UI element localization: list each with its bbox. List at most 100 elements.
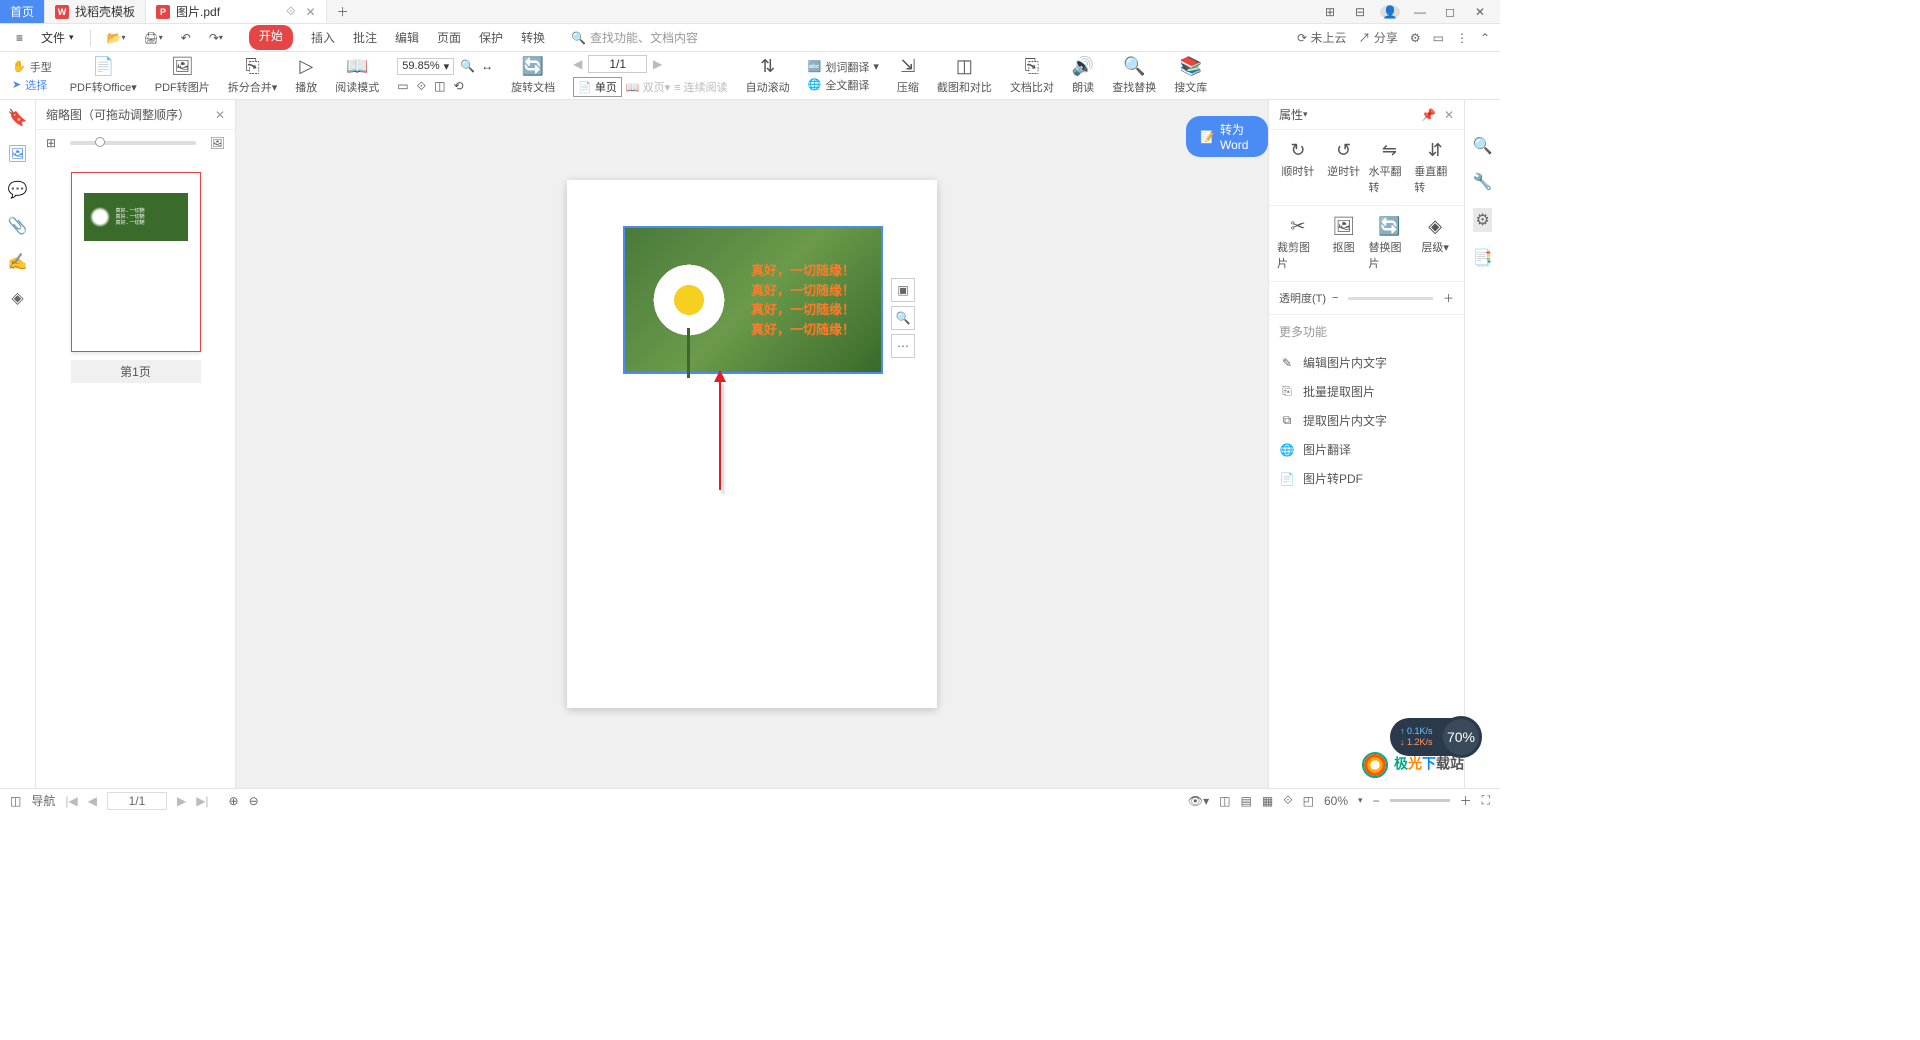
image-to-pdf-button[interactable]: 📄图片转PDF	[1279, 464, 1454, 493]
image-translate-button[interactable]: 🌐图片翻译	[1279, 435, 1454, 464]
zoom-slider[interactable]	[1390, 799, 1450, 802]
crop-icon[interactable]: ⟐	[417, 79, 426, 94]
menu-tab-insert[interactable]: 插入	[311, 25, 335, 50]
extract-image-text-button[interactable]: ⧉提取图片内文字	[1279, 406, 1454, 435]
present-icon[interactable]: ▭	[1433, 31, 1444, 45]
menu-tab-page[interactable]: 页面	[437, 25, 461, 50]
float-more-icon[interactable]: ⋯	[891, 334, 915, 358]
hamburger-icon[interactable]: ≡	[10, 29, 29, 47]
pages-icon[interactable]: 📑	[1473, 248, 1493, 268]
tab-template[interactable]: W 找稻壳模板	[45, 0, 146, 23]
fit-view-icon[interactable]: ◰	[1303, 794, 1314, 808]
zoom-fit-icon[interactable]: 🔍	[460, 59, 475, 73]
menu-tab-annotate[interactable]: 批注	[353, 25, 377, 50]
rotate-doc-button[interactable]: 🔄旋转文档	[511, 57, 555, 95]
full-translate-button[interactable]: 🌐 全文翻译	[808, 77, 879, 93]
bookmark-icon[interactable]: 🔖	[8, 108, 28, 128]
pdf-to-image-button[interactable]: 🖼PDF转图片	[155, 57, 210, 95]
pdf-to-office-button[interactable]: 📄PDF转Office▾	[70, 57, 137, 95]
nav-label[interactable]: 导航	[31, 792, 55, 809]
rotate-cw-button[interactable]: ↻顺时针	[1277, 140, 1319, 195]
open-icon[interactable]: 📂▾	[101, 29, 132, 47]
cloud-status[interactable]: ⟳ 未上云	[1297, 29, 1346, 46]
auto-scroll-button[interactable]: ⇅自动滚动	[746, 57, 790, 95]
menu-tab-edit[interactable]: 编辑	[395, 25, 419, 50]
continuous-button[interactable]: ≡ 连续阅读	[674, 79, 727, 95]
page-number-input[interactable]: 1/1	[107, 792, 167, 810]
edit-image-text-button[interactable]: ✎编辑图片内文字	[1279, 348, 1454, 377]
tab-home[interactable]: 首页	[0, 0, 45, 23]
menu-tab-convert[interactable]: 转换	[521, 25, 545, 50]
read-aloud-button[interactable]: 🔊朗读	[1072, 57, 1094, 95]
close-tab-icon[interactable]: ✕	[306, 5, 316, 19]
file-menu[interactable]: 文件 ▾	[35, 27, 80, 48]
fit-rect-icon[interactable]: ▭	[397, 79, 408, 94]
share-button[interactable]: ↗ 分享	[1358, 29, 1397, 46]
layers-icon[interactable]: ◈	[11, 288, 23, 308]
convert-to-word-button[interactable]: 📝 转为Word	[1186, 116, 1268, 157]
view-mode-1-icon[interactable]: ◫	[1219, 794, 1230, 808]
minimize-icon[interactable]: —	[1410, 5, 1430, 19]
thumb-view-icon[interactable]: 🖼	[210, 136, 225, 150]
last-page-icon[interactable]: ▶	[653, 57, 662, 71]
double-page-button[interactable]: 📖 双页▾	[626, 79, 670, 95]
grid-icon[interactable]: ⊟	[1350, 5, 1370, 19]
replace-image-button[interactable]: 🔄替换图片	[1369, 216, 1411, 271]
maximize-icon[interactable]: ◻	[1440, 5, 1460, 19]
zoom-in-button[interactable]: ＋	[1460, 792, 1472, 809]
play-button[interactable]: ▷播放	[295, 57, 317, 95]
first-page-icon[interactable]: ◀	[573, 57, 582, 71]
selected-image[interactable]: 真好，一切随缘！ 真好，一切随缘！ 真好，一切随缘！ 真好，一切随缘！ ▣ 🔍 …	[623, 226, 883, 374]
hand-tool[interactable]: ✋ 手型	[12, 59, 52, 75]
compress-button[interactable]: ⇲压缩	[897, 57, 919, 95]
search-lib-button[interactable]: 📚搜文库	[1174, 57, 1207, 95]
flip-h-button[interactable]: ⇋水平翻转	[1369, 140, 1411, 195]
next-page-button[interactable]: ▶	[177, 794, 186, 808]
single-page-button[interactable]: 📄 单页	[573, 77, 622, 97]
read-mode-button[interactable]: 📖阅读模式	[335, 57, 379, 95]
batch-extract-button[interactable]: ⎘批量提取图片	[1279, 377, 1454, 406]
thumbnails-icon[interactable]: 🖼	[7, 144, 27, 164]
outline-icon[interactable]: ◫	[10, 794, 21, 808]
thumb-settings-icon[interactable]: ⊞	[46, 136, 56, 150]
first-page-button[interactable]: |◀	[65, 794, 77, 808]
expand-view-icon[interactable]: ⊕	[229, 794, 239, 808]
network-speed-widget[interactable]: ↑ 0.1K/s ↓ 1.2K/s 70%	[1390, 718, 1464, 756]
opacity-increase[interactable]: ＋	[1443, 290, 1454, 306]
rotate-ccw-button[interactable]: ↺逆时针	[1323, 140, 1365, 195]
stamp-icon[interactable]: 🔍	[1473, 136, 1493, 156]
more-icon[interactable]: ⋮	[1456, 31, 1468, 45]
word-translate-button[interactable]: 🔤 划词翻译▾	[808, 59, 879, 75]
marquee-icon[interactable]: ◫	[434, 79, 445, 94]
menu-tab-start[interactable]: 开始	[249, 25, 293, 50]
thumbnail-size-slider[interactable]	[70, 141, 196, 145]
pin-icon[interactable]: ⟐	[286, 4, 295, 19]
layer-button[interactable]: ◈层级▾	[1414, 216, 1456, 271]
thumbnail-page-1[interactable]: 真好.. 一切随真好.. 一切随真好.. 一切随	[71, 172, 201, 352]
flip-v-button[interactable]: ⇵垂直翻转	[1414, 140, 1456, 195]
zoom-level[interactable]: 60%	[1324, 794, 1348, 808]
split-merge-button[interactable]: ⎘拆分合并▾	[228, 57, 278, 95]
settings-icon[interactable]: ⚙	[1410, 31, 1421, 45]
float-zoom-icon[interactable]: 🔍	[891, 306, 915, 330]
view-mode-3-icon[interactable]: ▦	[1262, 794, 1273, 808]
undo-icon[interactable]: ↶	[175, 29, 197, 47]
last-page-button[interactable]: ▶|	[196, 794, 208, 808]
pin-panel-icon[interactable]: 📌	[1421, 108, 1436, 122]
document-page[interactable]: 真好，一切随缘！ 真好，一切随缘！ 真好，一切随缘！ 真好，一切随缘！ ▣ 🔍 …	[567, 180, 937, 708]
signature-icon[interactable]: ✍	[8, 252, 28, 272]
tools-icon[interactable]: 🔧	[1473, 172, 1493, 192]
cutout-button[interactable]: 🖼抠图	[1323, 216, 1365, 271]
menu-tab-protect[interactable]: 保护	[479, 25, 503, 50]
screenshot-compare-button[interactable]: ◫截图和对比	[937, 57, 992, 95]
properties-tab-icon[interactable]: ⚙	[1473, 208, 1491, 232]
view-mode-2-icon[interactable]: ▤	[1241, 794, 1252, 808]
crop-image-button[interactable]: ✂裁剪图片	[1277, 216, 1319, 271]
tab-document[interactable]: P 图片.pdf ⟐ ✕	[146, 0, 327, 23]
close-thumbnail-icon[interactable]: ✕	[215, 108, 225, 122]
fullscreen-icon[interactable]: ⛶	[1482, 793, 1490, 808]
eye-icon[interactable]: 👁▾	[1188, 794, 1209, 808]
zoom-dropdown[interactable]: 59.85% ▾	[397, 58, 454, 75]
zoom-width-icon[interactable]: ↔	[481, 59, 493, 73]
select-tool[interactable]: ➤ 选择	[12, 77, 52, 93]
